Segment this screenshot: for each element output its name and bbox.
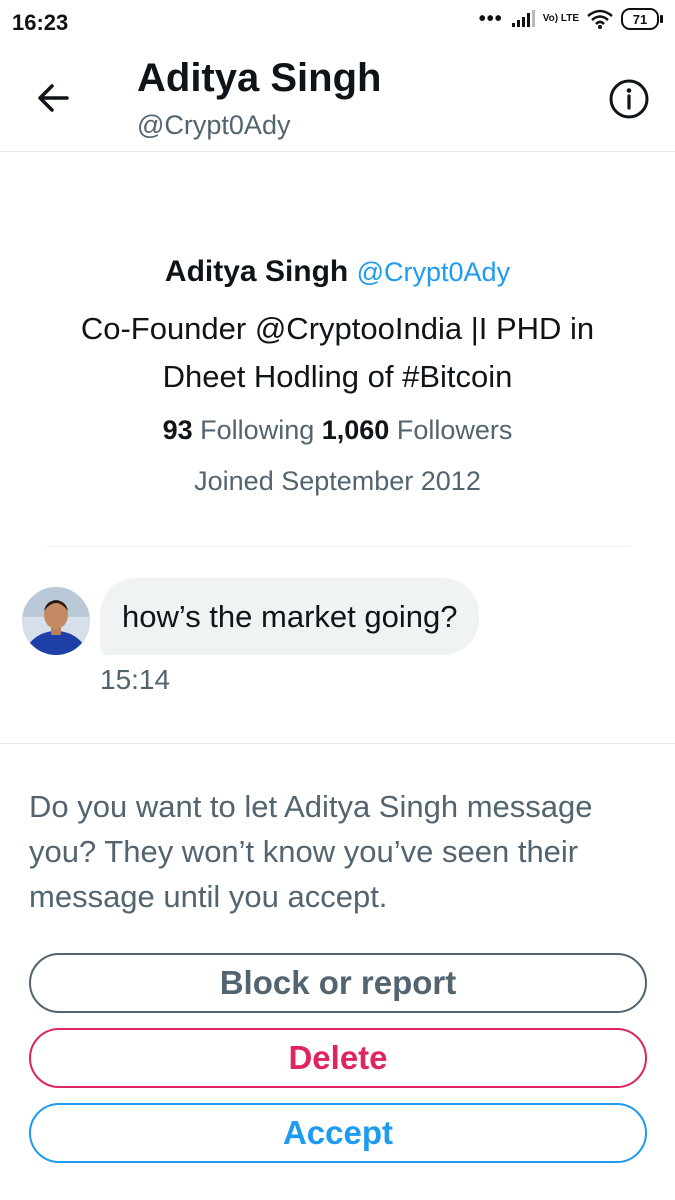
arrow-left-icon — [38, 84, 69, 112]
wifi-icon — [587, 9, 613, 29]
block-or-report-button[interactable]: Block or report — [29, 953, 647, 1013]
status-icons: ••• Vo) LTE 71 — [478, 8, 663, 30]
followers-count[interactable]: 1,060 — [322, 415, 390, 445]
following-count[interactable]: 93 — [163, 415, 193, 445]
message-bubble[interactable]: how’s the market going? — [100, 578, 480, 655]
header-handle: @Crypt0Ady — [137, 110, 291, 140]
divider — [0, 743, 675, 744]
profile-handle[interactable]: @Crypt0Ady — [357, 257, 510, 287]
info-icon — [609, 79, 649, 119]
profile-bio: Co-Founder @CryptooIndia |I PHD in Dheet… — [18, 305, 658, 401]
message-time: 15:14 — [100, 664, 171, 695]
profile-summary: Aditya Singh @Crypt0Ady Co-Founder @Cryp… — [0, 255, 675, 497]
message-request-prompt: Do you want to let Aditya Singh message … — [29, 789, 593, 914]
signal-icon — [511, 10, 535, 27]
divider — [44, 546, 630, 547]
more-dots: ••• — [478, 8, 503, 30]
avatar[interactable] — [22, 587, 90, 655]
profile-name-line: Aditya Singh @Crypt0Ady — [0, 255, 675, 289]
status-bar: 16:23 ••• Vo) LTE 71 — [0, 0, 675, 48]
profile-bio-line: Dheet Hodling of #Bitcoin — [162, 359, 513, 394]
battery-icon: 71 — [621, 8, 663, 30]
profile-stats: 93 Following 1,060 Followers — [0, 415, 675, 446]
info-button[interactable] — [608, 78, 650, 120]
profile-bio-line: Co-Founder @CryptooIndia |I PHD in — [80, 311, 595, 346]
profile-name[interactable]: Aditya Singh — [165, 255, 348, 288]
volte-icon: Vo) LTE — [542, 13, 579, 24]
status-time: 16:23 — [12, 10, 69, 35]
followers-label[interactable]: Followers — [397, 415, 513, 445]
accept-button[interactable]: Accept — [29, 1103, 647, 1163]
following-label[interactable]: Following — [200, 415, 314, 445]
battery-level: 71 — [632, 11, 648, 27]
back-button[interactable] — [34, 78, 74, 118]
joined-date: Joined September 2012 — [194, 466, 481, 496]
message-text: how’s the market going? — [122, 598, 458, 634]
conversation-header: Aditya Singh @Crypt0Ady — [0, 48, 675, 152]
header-title: Aditya Singh — [137, 56, 382, 100]
delete-button[interactable]: Delete — [29, 1028, 647, 1088]
